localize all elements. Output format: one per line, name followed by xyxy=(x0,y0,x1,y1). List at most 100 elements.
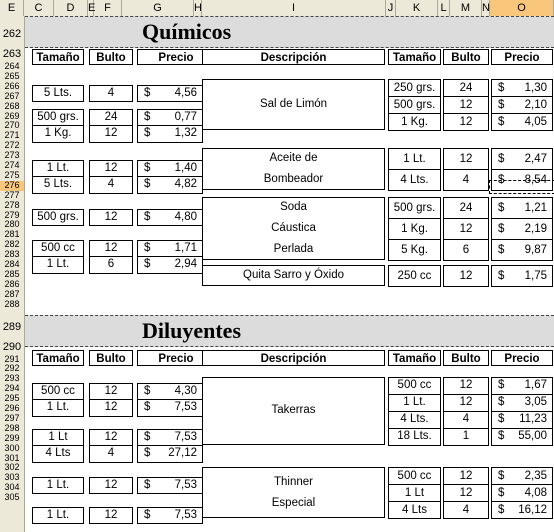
price-cell[interactable]: $1,67 xyxy=(491,377,553,395)
pack-cell[interactable]: 4 xyxy=(443,169,489,191)
price-cell[interactable]: $4,82 xyxy=(137,176,203,194)
pack-cell[interactable]: 12 xyxy=(89,209,133,227)
price-cell[interactable]: $2,47 xyxy=(491,148,553,170)
pack-cell[interactable]: 12 xyxy=(89,477,133,495)
row-number[interactable]: 263 xyxy=(0,48,24,60)
row-number[interactable]: 305 xyxy=(0,493,24,503)
row-number[interactable]: 288 xyxy=(0,299,24,310)
price-cell[interactable]: $7,53 xyxy=(137,507,203,525)
size-cell[interactable]: 500 cc xyxy=(32,240,84,258)
price-cell[interactable]: $3,05 xyxy=(491,393,553,412)
price-cell[interactable]: $11,23 xyxy=(491,410,553,429)
pack-cell[interactable]: 12 xyxy=(89,160,133,178)
pack-cell[interactable]: 24 xyxy=(443,197,489,219)
pack-cell[interactable]: 12 xyxy=(443,218,489,240)
pack-cell[interactable]: 12 xyxy=(89,429,133,447)
size-cell[interactable]: 1 Kg. xyxy=(388,113,441,132)
pack-cell[interactable]: 24 xyxy=(89,109,133,127)
size-cell[interactable]: 500 grs. xyxy=(388,96,441,115)
size-cell[interactable]: 250 grs. xyxy=(388,79,441,98)
size-cell[interactable]: 5 Lts. xyxy=(32,85,84,103)
pack-cell[interactable]: 4 xyxy=(443,410,489,429)
size-cell[interactable]: 1 Kg. xyxy=(388,218,441,240)
size-cell[interactable]: 18 Lts. xyxy=(388,427,441,446)
column-header[interactable]: I xyxy=(202,0,386,16)
product-description[interactable]: Sal de Limón xyxy=(202,79,385,131)
pack-cell[interactable]: 12 xyxy=(443,484,489,503)
price-cell[interactable]: $1,40 xyxy=(137,160,203,178)
price-cell[interactable]: $55,00 xyxy=(491,427,553,446)
pack-cell[interactable]: 12 xyxy=(89,507,133,525)
product-description[interactable]: Soda Cáustica Perlada xyxy=(202,197,385,260)
pack-cell[interactable]: 12 xyxy=(443,265,489,287)
price-cell[interactable]: $1,21 xyxy=(491,197,553,219)
size-cell[interactable]: 500 cc xyxy=(388,467,441,486)
column-header[interactable]: D xyxy=(54,0,88,16)
price-cell[interactable]: $2,10 xyxy=(491,96,553,115)
pack-cell[interactable]: 12 xyxy=(443,467,489,486)
size-cell[interactable]: 4 Lts xyxy=(388,501,441,520)
price-cell[interactable]: $1,71 xyxy=(137,240,203,258)
pack-cell[interactable]: 4 xyxy=(89,445,133,463)
size-cell[interactable]: 4 Lts. xyxy=(388,169,441,191)
pack-cell[interactable]: 1 xyxy=(443,427,489,446)
size-cell[interactable]: 1 Lt xyxy=(388,484,441,503)
pack-cell[interactable]: 12 xyxy=(443,148,489,170)
size-cell[interactable]: 5 Kg. xyxy=(388,239,441,261)
price-cell[interactable]: $4,30 xyxy=(137,383,203,401)
size-cell[interactable]: 500 cc xyxy=(388,377,441,395)
product-description[interactable]: Aceite de Bombeador xyxy=(202,148,385,190)
column-header[interactable]: H xyxy=(194,0,202,16)
pack-cell[interactable]: 12 xyxy=(443,96,489,115)
row-number[interactable]: 289 xyxy=(0,321,24,335)
size-cell[interactable]: 250 cc xyxy=(388,265,441,287)
price-cell[interactable]: $4,80 xyxy=(137,209,203,227)
price-cell[interactable]: $2,35 xyxy=(491,467,553,486)
column-header[interactable]: K xyxy=(396,0,438,16)
size-cell[interactable]: 1 Lt. xyxy=(32,507,84,525)
product-description[interactable]: Quita Sarro y Óxido xyxy=(202,265,385,286)
pack-cell[interactable]: 12 xyxy=(443,393,489,412)
size-cell[interactable]: 500 grs. xyxy=(388,197,441,219)
pack-cell[interactable]: 4 xyxy=(89,85,133,103)
price-cell[interactable]: $16,12 xyxy=(491,501,553,520)
size-cell[interactable]: 500 grs. xyxy=(32,109,84,127)
product-description[interactable]: Thinner Especial xyxy=(202,467,385,519)
pack-cell[interactable]: 6 xyxy=(89,256,133,274)
column-header[interactable]: M xyxy=(450,0,482,16)
size-cell[interactable]: 500 cc xyxy=(32,383,84,401)
size-cell[interactable]: 500 grs. xyxy=(32,209,84,227)
row-number[interactable]: 262 xyxy=(0,28,24,42)
product-description[interactable]: Takerras xyxy=(202,377,385,445)
size-cell[interactable]: 1 Lt. xyxy=(32,477,84,495)
size-cell[interactable]: 1 Lt. xyxy=(32,399,84,417)
pack-cell[interactable]: 6 xyxy=(443,239,489,261)
sheet-grid[interactable]: Químicos Tamaño Bulto Precio Descripción Tama… xyxy=(25,16,554,532)
pack-cell[interactable]: 12 xyxy=(443,113,489,132)
column-header[interactable]: C xyxy=(24,0,54,16)
price-cell[interactable]: $7,53 xyxy=(137,477,203,495)
pack-cell[interactable]: 12 xyxy=(89,125,133,143)
price-cell[interactable]: $0,77 xyxy=(137,109,203,127)
price-cell[interactable]: $1,32 xyxy=(137,125,203,143)
price-cell[interactable]: $27,12 xyxy=(137,445,203,463)
column-header[interactable]: F xyxy=(94,0,122,16)
column-header[interactable]: E xyxy=(0,0,24,16)
size-cell[interactable]: 1 Lt. xyxy=(388,393,441,412)
column-header[interactable]: J xyxy=(386,0,396,16)
row-number[interactable]: 290 xyxy=(0,341,24,353)
pack-cell[interactable]: 4 xyxy=(443,501,489,520)
price-cell[interactable]: $1,75 xyxy=(491,265,553,287)
price-cell[interactable]: $2,94 xyxy=(137,256,203,274)
pack-cell[interactable]: 12 xyxy=(443,377,489,395)
price-cell[interactable]: $4,08 xyxy=(491,484,553,503)
pack-cell[interactable]: 12 xyxy=(89,399,133,417)
size-cell[interactable]: 4 Lts xyxy=(32,445,84,463)
pack-cell[interactable]: 24 xyxy=(443,79,489,98)
active-cell-selection[interactable] xyxy=(489,180,554,194)
column-header[interactable]: L xyxy=(438,0,450,16)
column-header[interactable]: G xyxy=(122,0,194,16)
price-cell[interactable]: $1,30 xyxy=(491,79,553,98)
price-cell[interactable]: $4,05 xyxy=(491,113,553,132)
size-cell[interactable]: 4 Lts. xyxy=(388,410,441,429)
